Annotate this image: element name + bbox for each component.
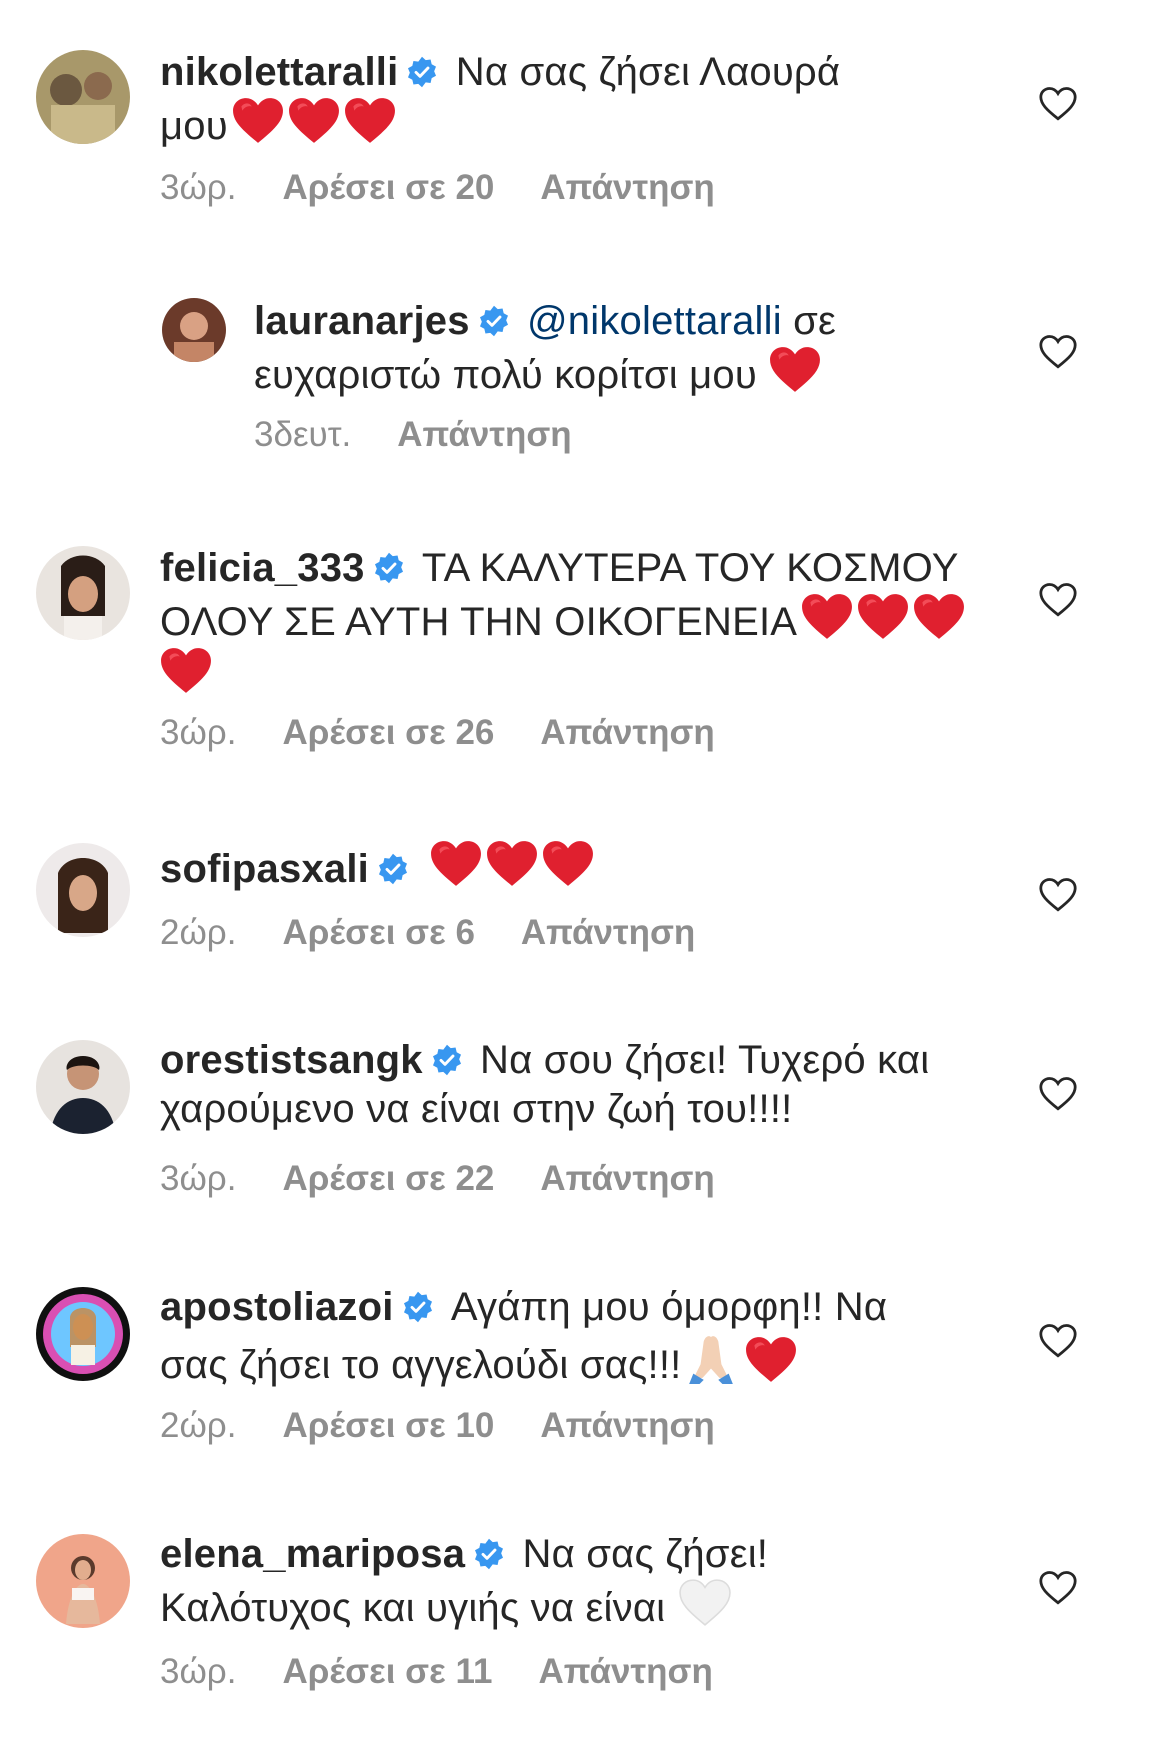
reply-button[interactable]: Απάντηση — [540, 168, 714, 207]
likes-count[interactable]: Αρέσει σε 20 — [282, 168, 494, 207]
reply-button[interactable]: Απάντηση — [540, 1406, 714, 1445]
timestamp: 3ώρ. — [160, 1159, 237, 1198]
reply-button[interactable]: Απάντηση — [397, 415, 571, 454]
reply-button[interactable]: Απάντηση — [521, 913, 695, 952]
like-heart-icon[interactable] — [1038, 1076, 1078, 1112]
username[interactable]: felicia_333 — [160, 546, 365, 590]
comment-text: orestistsangk Να σου ζήσει! Τυχερό και χ… — [160, 1036, 1000, 1134]
timestamp: 2ώρ. — [160, 913, 237, 952]
comment-meta: 3ώρ. Αρέσει σε 20 Απάντηση — [160, 168, 761, 208]
like-heart-icon[interactable] — [1038, 334, 1078, 370]
red-heart-emoji — [430, 840, 482, 888]
comment-meta: 2ώρ. Αρέσει σε 6 Απάντηση — [160, 913, 741, 953]
like-heart-icon[interactable] — [1038, 1323, 1078, 1359]
avatar[interactable] — [36, 1287, 130, 1381]
verified-icon — [406, 56, 438, 88]
red-heart-emoji — [857, 593, 909, 641]
red-heart-emoji — [288, 97, 340, 145]
red-heart-emoji — [769, 346, 821, 394]
red-heart-emoji — [542, 840, 594, 888]
reply-button[interactable]: Απάντηση — [538, 1652, 712, 1691]
comment-text: apostoliazoi Αγάπη μου όμορφη!! Να σας ζ… — [160, 1283, 940, 1390]
comment-meta: 3ώρ. Αρέσει σε 11 Απάντηση — [160, 1652, 759, 1692]
comment-text: lauranarjes @nikolettaralli σε ευχαριστώ… — [254, 297, 894, 400]
white-heart-emoji — [679, 1579, 731, 1627]
avatar[interactable] — [36, 843, 130, 937]
like-heart-icon[interactable] — [1038, 1570, 1078, 1606]
avatar[interactable] — [36, 546, 130, 640]
avatar[interactable] — [36, 50, 130, 144]
avatar[interactable] — [36, 1040, 130, 1134]
verified-icon — [431, 1044, 463, 1076]
username[interactable]: elena_mariposa — [160, 1532, 465, 1576]
username[interactable]: nikolettaralli — [160, 50, 398, 94]
reply-button[interactable]: Απάντηση — [540, 1159, 714, 1198]
red-heart-emoji — [344, 97, 396, 145]
timestamp: 3ώρ. — [160, 1652, 237, 1691]
like-heart-icon[interactable] — [1038, 877, 1078, 913]
verified-icon — [402, 1291, 434, 1323]
likes-count[interactable]: Αρέσει σε 26 — [282, 713, 494, 752]
comment-text: elena_mariposa Να σας ζήσει! Καλότυχος κ… — [160, 1530, 920, 1633]
reply-button[interactable]: Απάντηση — [540, 713, 714, 752]
avatar[interactable] — [162, 298, 226, 362]
likes-count[interactable]: Αρέσει σε 22 — [282, 1159, 494, 1198]
comment-text: felicia_333 ΤΑ ΚΑΛΥΤΕΡΑ ΤΟΥ ΚΟΣΜΟΥ ΟΛΟΥ … — [160, 544, 1000, 701]
verified-icon — [377, 853, 409, 885]
red-heart-emoji — [486, 840, 538, 888]
comment-meta: 2ώρ. Αρέσει σε 10 Απάντηση — [160, 1406, 761, 1446]
red-heart-emoji — [160, 647, 212, 695]
timestamp: 3ώρ. — [160, 713, 237, 752]
like-heart-icon[interactable] — [1038, 86, 1078, 122]
red-heart-emoji — [232, 97, 284, 145]
username[interactable]: apostoliazoi — [160, 1285, 394, 1329]
timestamp: 3δευτ. — [254, 415, 352, 454]
praying-hands-emoji — [685, 1332, 737, 1384]
likes-count[interactable]: Αρέσει σε 6 — [282, 913, 474, 952]
username[interactable]: sofipasxali — [160, 847, 369, 891]
timestamp: 3ώρ. — [160, 168, 237, 207]
comment-meta: 3δευτ. Απάντηση — [254, 415, 618, 455]
likes-count[interactable]: Αρέσει σε 11 — [282, 1652, 492, 1691]
comment-text: sofipasxali — [160, 840, 900, 894]
red-heart-emoji — [801, 593, 853, 641]
username[interactable]: orestistsangk — [160, 1038, 423, 1082]
comment-text: nikolettaralli Να σας ζήσει Λαουρά μου — [160, 48, 900, 151]
verified-icon — [478, 305, 510, 337]
like-heart-icon[interactable] — [1038, 582, 1078, 618]
comment-meta: 3ώρ. Αρέσει σε 22 Απάντηση — [160, 1159, 761, 1199]
verified-icon — [373, 552, 405, 584]
user-mention-link[interactable]: @nikolettaralli — [527, 299, 782, 343]
timestamp: 2ώρ. — [160, 1406, 237, 1445]
likes-count[interactable]: Αρέσει σε 10 — [282, 1406, 494, 1445]
avatar[interactable] — [36, 1534, 130, 1628]
red-heart-emoji — [745, 1336, 797, 1384]
comment-meta: 3ώρ. Αρέσει σε 26 Απάντηση — [160, 713, 761, 753]
verified-icon — [473, 1538, 505, 1570]
red-heart-emoji — [913, 593, 965, 641]
username[interactable]: lauranarjes — [254, 299, 470, 343]
